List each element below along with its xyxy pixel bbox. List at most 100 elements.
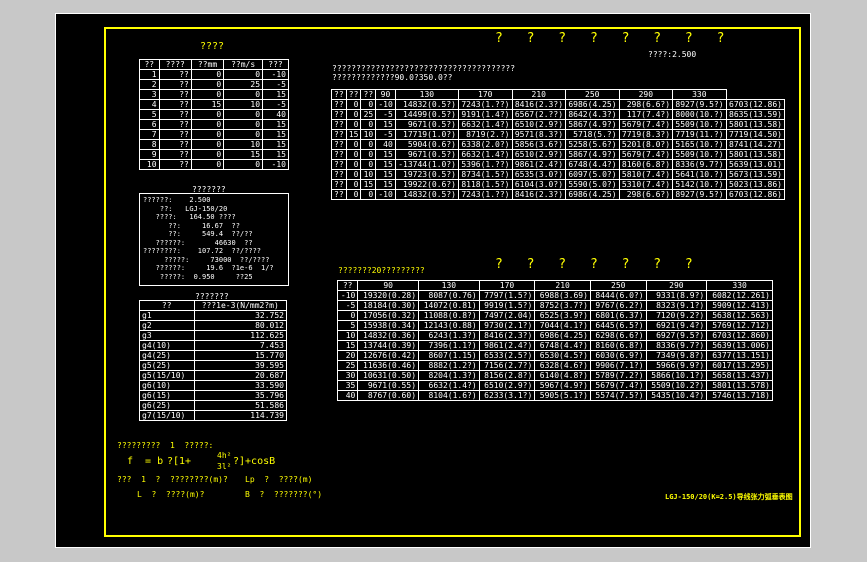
table-cell: 5769(12.712) (706, 320, 773, 331)
table-row: 3?? 0 0 15 (139, 89, 289, 100)
table-cell: 6748(4.4?) (565, 159, 620, 170)
table-cell: 6017(13.295) (706, 360, 773, 371)
table-cell: 6632(1.4?) (457, 119, 513, 130)
formula-frac-top: 4h² (217, 451, 232, 460)
table-row: ?? 0 0 -10 14832(0.5?) 7243(1.??) 8416(2.3?) 69… (331, 189, 786, 200)
table-header-cell: ?? (139, 59, 160, 70)
table-cell: 0 (190, 159, 225, 170)
table-cell: 0 (345, 169, 362, 180)
formula-lhs: f = b (127, 456, 164, 467)
table-cell: 14072(0.81) (418, 300, 480, 311)
table-header-cell: ???1e-3(N/mm2?m) (193, 300, 287, 311)
table-cell: g5(25) (139, 360, 195, 371)
table-cell: 6510(2.9?) (511, 149, 567, 160)
table-cell: 1 (139, 69, 160, 80)
table-header-cell: ?? (331, 89, 347, 100)
table-cell: 35 (336, 380, 359, 391)
table-cell: 6801(6.37) (589, 310, 647, 321)
stringing-subtitle: ???????20????????? (338, 266, 425, 275)
table-cell: 117(7.4?) (618, 109, 674, 120)
safety-note: ????:2.500 (648, 50, 697, 59)
table-header-cell: 290 (645, 280, 708, 291)
table-cell: 5810(7.4?) (618, 169, 674, 180)
table-header-row: ?? 90 130 170 210 250 290 330 (336, 280, 773, 291)
table-cell: 33.590 (193, 380, 287, 391)
table-cell: 15 (375, 179, 396, 190)
table-cell: ?? (158, 159, 192, 170)
table-cell: -5 (375, 129, 396, 140)
table-cell: 6567(2.??) (511, 109, 567, 120)
table-header-cell: 130 (418, 280, 480, 291)
table-row: g6(10) 33.590 (139, 380, 287, 391)
table-cell: 0 (190, 69, 225, 80)
table-cell: 5509(10.?) (672, 119, 727, 130)
table-cell: 6921(9.4?) (645, 320, 708, 331)
table-cell: 6535(3.0?) (511, 169, 567, 180)
table-cell: 0 (190, 109, 225, 120)
table-cell: 6243(1.3?) (418, 330, 480, 341)
table-row: 25 11636(0.46) 8882(1.2?) 7156(2.7?) 6328(4.… (336, 360, 773, 371)
table-cell: 6530(4.5?) (534, 350, 591, 361)
table-cell: 40 (262, 109, 289, 120)
table-cell: 5509(10.2?) (645, 380, 708, 391)
table-cell: 5679(7.4?) (589, 380, 647, 391)
table-header-cell: ?? (336, 280, 359, 291)
formula-def-4: B ? ???????(°) (245, 490, 323, 499)
table-cell: g5(15/10) (139, 370, 195, 381)
table-cell: 6533(2.5?) (478, 350, 536, 361)
table-header-row: ?? ???1e-3(N/mm2?m) (139, 300, 287, 311)
table-cell: 6233(3.1?) (478, 390, 536, 401)
table-cell: 8104(1.6?) (418, 390, 480, 401)
table-cell: 0 (360, 139, 377, 150)
table-cell: 7243(1.??) (457, 99, 513, 110)
table-cell: 5638(12.563) (706, 310, 773, 321)
table-cell: 5310(7.4?) (618, 179, 674, 190)
table-cell: 9671(0.5?) (394, 149, 459, 160)
table-row: g2 80.012 (139, 320, 287, 331)
table-cell: -5 (262, 99, 289, 110)
table-cell: 35.796 (193, 390, 287, 401)
table-cell: 0 (190, 89, 225, 100)
load-table: ?? ???1e-3(N/mm2?m) g1 32.752 g2 80.012 g3 112.… (139, 300, 287, 421)
table-cell: 0 (360, 119, 377, 130)
table-cell: 5801(13.578) (706, 380, 773, 391)
table-cell: ?? (331, 119, 347, 130)
table-cell: 0 (190, 139, 225, 150)
table-row: 35 9671(0.55) 6632(1.4?) 6510(2.9?) 5967(4.9… (336, 380, 773, 391)
table-cell: 30 (336, 370, 359, 381)
table-cell: 7.453 (193, 340, 287, 351)
table-row: 1?? 0 0 -10 (139, 69, 289, 80)
table-cell: 5590(5.0?) (565, 179, 620, 190)
table-cell: 8734(1.5?) (457, 169, 513, 180)
table-cell: 10 (336, 330, 359, 341)
table-header-cell: 330 (706, 280, 773, 291)
table-header-cell: ??m/s (223, 59, 264, 70)
table-cell: 6097(5.0?) (565, 169, 620, 180)
params-line: ??????: 19.6 ?1e-6 1/? (143, 264, 274, 272)
table-cell: 8416(2.3?) (478, 330, 536, 341)
table-cell: 8741(14.27) (725, 139, 786, 150)
table-cell: 14832(0.5?) (394, 189, 459, 200)
table-row: 9?? 0 15 15 (139, 149, 289, 160)
table-cell: 9906(7.1?) (589, 360, 647, 371)
tension-subtitle: ?????????????????????????????????????? ?… (332, 64, 516, 82)
table-cell: 5435(10.4?) (645, 390, 708, 401)
table-row: 6?? 0 0 15 (139, 119, 289, 130)
table-cell: 4 (139, 99, 160, 110)
table-cell: 0 (360, 159, 377, 170)
table-cell: 0 (190, 149, 225, 160)
table-cell: 10 (139, 159, 160, 170)
table-cell: 8642(4.3?) (565, 109, 620, 120)
table-cell: 9671(0.55) (357, 380, 420, 391)
table-cell: 7044(4.1?) (534, 320, 591, 331)
table-row: 0 17056(0.32) 11088(0.8?) 7497(2.04) 6525(3.… (336, 310, 773, 321)
table-cell: 15 (375, 149, 396, 160)
table-cell: ?? (158, 149, 192, 160)
table-row: 40 8767(0.60) 8104(1.6?) 6233(3.1?) 5905(5.1… (336, 390, 773, 401)
table-cell: 7120(9.2?) (645, 310, 708, 321)
table-header-row: ?????? ??mm ??m/s??? (139, 59, 289, 70)
table-cell: 5639(13.006) (706, 340, 773, 351)
table-cell: 5718(5.?) (565, 129, 620, 140)
table-row: 8?? 0 10 15 (139, 139, 289, 150)
table-cell: 0 (360, 99, 377, 110)
